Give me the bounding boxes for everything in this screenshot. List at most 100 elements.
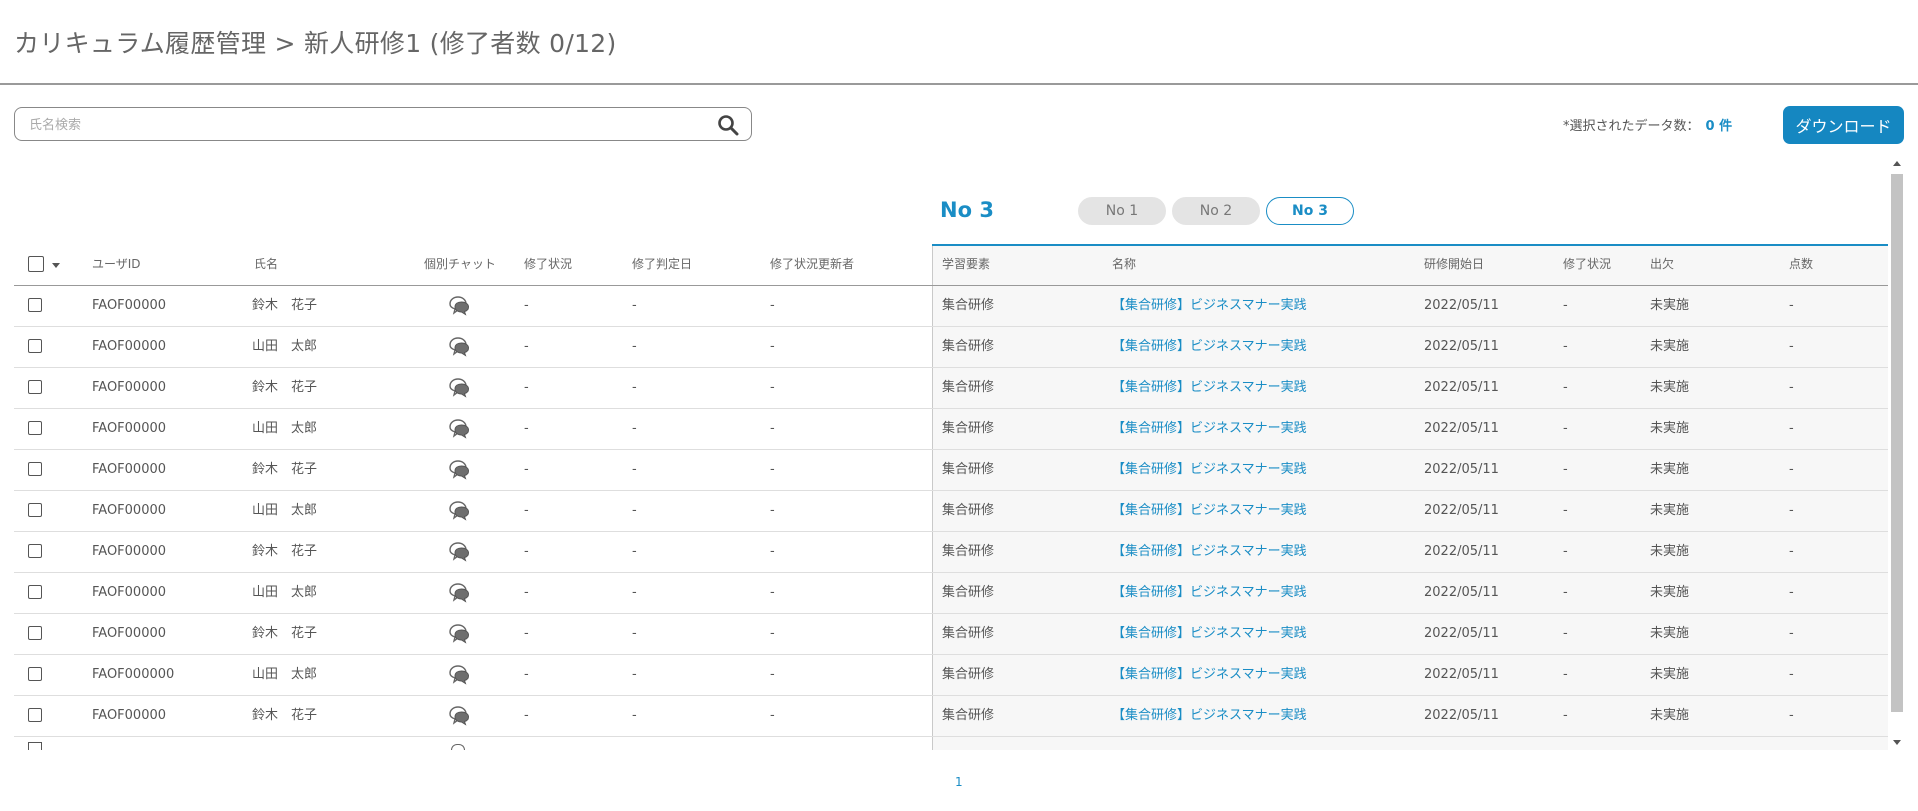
scrollbar-thumb[interactable] (1891, 174, 1903, 712)
table-row[interactable]: FAOF00000 山田 太郎 - - - 集合研修 【集合研修】ビジネスマナー実践 2022… (14, 572, 1888, 614)
column-header-status[interactable]: 修了状況 (524, 244, 572, 285)
cell-start-date: 2022/05/11 (1424, 626, 1499, 641)
table-row[interactable]: FAOF00000 山田 太郎 - - - 集合研修 【集合研修】ビジネスマナー実践 2022… (14, 326, 1888, 368)
cell-title[interactable]: 【集合研修】ビジネスマナー実践 (1112, 326, 1307, 367)
row-checkbox[interactable] (28, 339, 42, 353)
row-checkbox[interactable] (28, 585, 42, 599)
row-checkbox[interactable] (28, 742, 42, 750)
cell-status2: - (1563, 339, 1568, 354)
column-header-title[interactable]: 名称 (1112, 244, 1136, 285)
current-no-label: No 3 (940, 198, 994, 222)
cell-name: 山田 太郎 (252, 421, 318, 436)
row-checkbox[interactable] (28, 626, 42, 640)
cell-element: 集合研修 (942, 667, 995, 682)
table-row[interactable]: FAOF00000 鈴木 花子 - - - 集合研修 【集合研修】ビジネスマナー実践 2022… (14, 613, 1888, 655)
cell-title[interactable]: 【集合研修】ビジネスマナー実践 (1112, 613, 1307, 654)
cell-element: 集合研修 (942, 380, 995, 395)
cell-judge-date: - (632, 339, 637, 354)
cell-start-date: 2022/05/11 (1424, 585, 1499, 600)
row-checkbox[interactable] (28, 667, 42, 681)
table-row[interactable]: FAOF00000 鈴木 花子 - - - 集合研修 【集合研修】ビジネスマナー実践 2022… (14, 367, 1888, 409)
table-row[interactable]: FAOF00000 鈴木 花子 - - - 集合研修 【集合研修】ビジネスマナー実践 2022… (14, 285, 1888, 327)
cell-start-date: 2022/05/11 (1424, 380, 1499, 395)
chevron-down-icon[interactable] (52, 263, 60, 268)
chat-icon[interactable] (447, 582, 471, 604)
cell-judge-date: - (632, 708, 637, 723)
cell-score: - (1789, 298, 1794, 313)
chat-icon[interactable] (447, 541, 471, 563)
cell-status: - (524, 503, 529, 518)
row-checkbox[interactable] (28, 544, 42, 558)
column-header-element[interactable]: 学習要素 (942, 244, 990, 285)
title-divider (0, 83, 1918, 85)
scroll-down-arrow-icon[interactable] (1893, 740, 1901, 745)
table-row[interactable]: FAOF00000 鈴木 花子 - - - 集合研修 【集合研修】ビジネスマナー実践 2022… (14, 531, 1888, 573)
chat-icon[interactable] (447, 500, 471, 522)
cell-score: - (1789, 667, 1794, 682)
column-header-start-date[interactable]: 研修開始日 (1424, 244, 1484, 285)
row-checkbox[interactable] (28, 708, 42, 722)
column-header-status2[interactable]: 修了状況 (1563, 244, 1611, 285)
select-all-checkbox[interactable] (28, 256, 44, 272)
search-icon[interactable] (717, 114, 739, 136)
cell-judge-date: - (632, 380, 637, 395)
cell-name: 鈴木 花子 (252, 298, 318, 313)
chat-icon[interactable] (447, 295, 471, 317)
cell-score: - (1789, 708, 1794, 723)
cell-start-date: 2022/05/11 (1424, 667, 1499, 682)
cell-updater: - (770, 421, 775, 436)
cell-user-id: FAOF00000 (92, 380, 167, 395)
column-header-score[interactable]: 点数 (1789, 244, 1813, 285)
column-header-updater[interactable]: 修了状況更新者 (770, 244, 854, 285)
row-checkbox[interactable] (28, 380, 42, 394)
row-checkbox[interactable] (28, 503, 42, 517)
cell-title[interactable]: 【集合研修】ビジネスマナー実践 (1112, 490, 1307, 531)
chat-icon[interactable] (447, 664, 471, 686)
chat-icon[interactable] (447, 623, 471, 645)
chat-icon[interactable] (447, 705, 471, 727)
cell-start-date: 2022/05/11 (1424, 339, 1499, 354)
row-checkbox[interactable] (28, 462, 42, 476)
chat-icon[interactable] (447, 377, 471, 399)
chat-icon[interactable] (447, 418, 471, 440)
cell-start-date: 2022/05/11 (1424, 421, 1499, 436)
cell-status2: - (1563, 708, 1568, 723)
cell-name: 山田 太郎 (252, 585, 318, 600)
cell-title[interactable]: 【集合研修】ビジネスマナー実践 (1112, 654, 1307, 695)
chat-icon[interactable] (451, 744, 465, 750)
tab-no-1[interactable]: No 1 (1078, 197, 1166, 225)
cell-attendance: 未実施 (1650, 585, 1690, 600)
pagination-page-1[interactable]: 1 (955, 775, 963, 789)
table-row[interactable]: FAOF00000 山田 太郎 - - - 集合研修 【集合研修】ビジネスマナー実践 2022… (14, 408, 1888, 450)
row-checkbox[interactable] (28, 421, 42, 435)
cell-judge-date: - (632, 544, 637, 559)
column-header-judge-date[interactable]: 修了判定日 (632, 244, 692, 285)
cell-element: 集合研修 (942, 462, 995, 477)
table-row[interactable]: FAOF000000 山田 太郎 - - - 集合研修 【集合研修】ビジネスマナー実践 202… (14, 654, 1888, 696)
cell-title[interactable]: 【集合研修】ビジネスマナー実践 (1112, 367, 1307, 408)
cell-title[interactable]: 【集合研修】ビジネスマナー実践 (1112, 572, 1307, 613)
cell-title[interactable]: 【集合研修】ビジネスマナー実践 (1112, 531, 1307, 572)
column-header-attendance[interactable]: 出欠 (1650, 244, 1674, 285)
tab-no-2[interactable]: No 2 (1172, 197, 1260, 225)
column-header-name[interactable]: 氏名 (254, 244, 278, 285)
cell-judge-date: - (632, 626, 637, 641)
scroll-up-arrow-icon[interactable] (1893, 161, 1901, 166)
chat-icon[interactable] (447, 459, 471, 481)
cell-title[interactable]: 【集合研修】ビジネスマナー実践 (1112, 695, 1307, 736)
table-row[interactable]: FAOF00000 鈴木 花子 - - - 集合研修 【集合研修】ビジネスマナー実践 2022… (14, 695, 1888, 737)
row-checkbox[interactable] (28, 298, 42, 312)
cell-title[interactable]: 【集合研修】ビジネスマナー実践 (1112, 285, 1307, 326)
chat-icon[interactable] (447, 336, 471, 358)
cell-title[interactable]: 【集合研修】ビジネスマナー実践 (1112, 408, 1307, 449)
cell-updater: - (770, 667, 775, 682)
table-row[interactable]: FAOF00000 鈴木 花子 - - - 集合研修 【集合研修】ビジネスマナー実践 2022… (14, 449, 1888, 491)
download-button[interactable]: ダウンロード (1783, 106, 1904, 144)
search-input[interactable] (27, 115, 711, 135)
cell-title[interactable]: 【集合研修】ビジネスマナー実践 (1112, 449, 1307, 490)
table-row[interactable]: FAOF00000 山田 太郎 - - - 集合研修 【集合研修】ビジネスマナー実践 2022… (14, 490, 1888, 532)
tab-no-3[interactable]: No 3 (1266, 197, 1354, 225)
cell-name: 山田 太郎 (252, 503, 318, 518)
cell-name: 鈴木 花子 (252, 708, 318, 723)
column-header-user-id[interactable]: ユーザID (92, 244, 141, 285)
